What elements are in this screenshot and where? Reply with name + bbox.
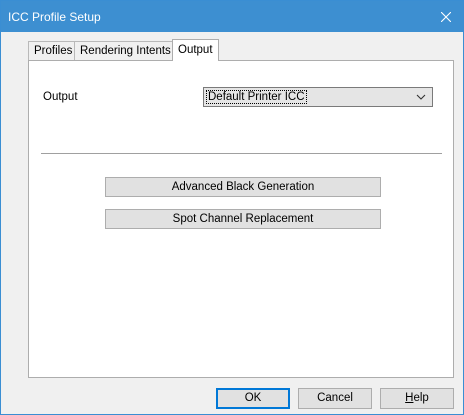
spot-channel-replacement-button[interactable]: Spot Channel Replacement xyxy=(105,209,381,229)
advanced-black-generation-button[interactable]: Advanced Black Generation xyxy=(105,177,381,197)
ok-button[interactable]: OK xyxy=(216,388,290,409)
title-bar[interactable]: ICC Profile Setup xyxy=(1,1,463,32)
window-title: ICC Profile Setup xyxy=(8,10,101,24)
output-select[interactable]: Default Printer ICC xyxy=(203,87,433,107)
section-divider xyxy=(41,153,442,154)
cancel-button[interactable]: Cancel xyxy=(298,388,372,409)
tab-profiles[interactable]: Profiles xyxy=(28,41,79,61)
help-button[interactable]: Help xyxy=(380,388,454,409)
tab-rendering-intents[interactable]: Rendering Intents xyxy=(74,41,177,61)
close-icon[interactable] xyxy=(429,1,463,32)
tab-output[interactable]: Output xyxy=(172,39,219,61)
help-label-rest: elp xyxy=(413,392,429,404)
output-tab-panel: Output Default Printer ICC Advanced Blac… xyxy=(28,60,454,378)
output-selected-value: Default Printer ICC xyxy=(206,90,307,104)
chevron-down-icon[interactable] xyxy=(416,91,426,106)
output-label: Output xyxy=(43,91,78,103)
icc-profile-setup-dialog: ICC Profile Setup Profiles Rendering Int… xyxy=(0,0,464,415)
